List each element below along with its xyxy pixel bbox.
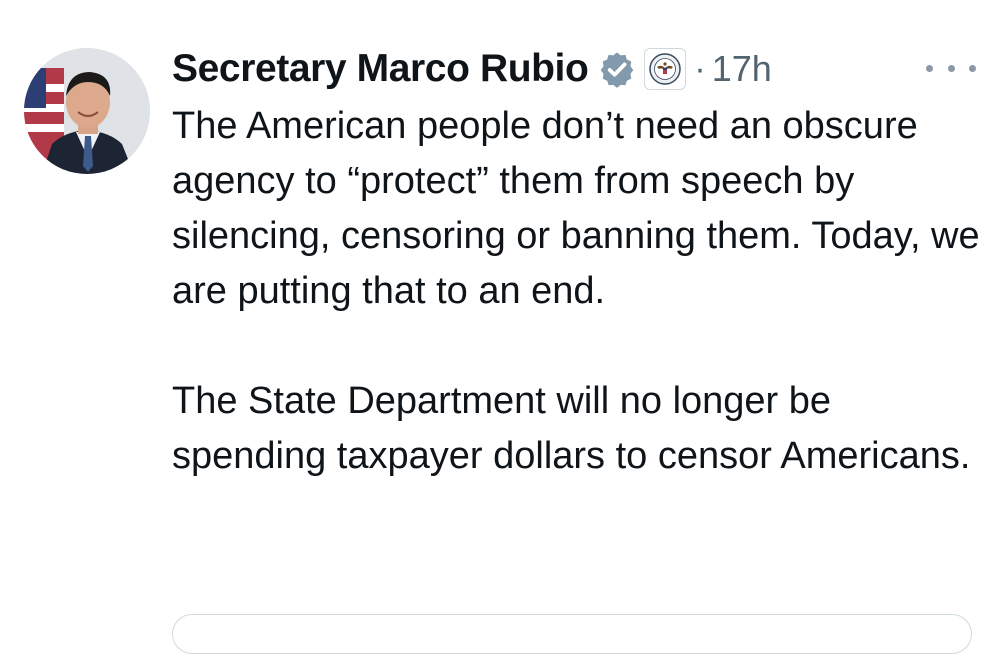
post-header: Secretary Marco Rubio · 17h	[172, 44, 772, 94]
state-department-seal-icon[interactable]	[644, 48, 687, 90]
more-dot	[926, 64, 933, 72]
verified-badge-icon[interactable]	[598, 50, 636, 88]
author-avatar[interactable]	[24, 48, 150, 174]
more-dot	[947, 64, 955, 72]
post-text: The American people don’t need an obscur…	[172, 99, 982, 484]
more-dot	[969, 64, 976, 72]
post-timestamp[interactable]: 17h	[712, 48, 772, 90]
embedded-card[interactable]	[172, 614, 972, 654]
avatar-image	[24, 48, 150, 174]
tweet: Secretary Marco Rubio · 17h The American…	[0, 0, 1000, 654]
more-options-icon[interactable]	[926, 58, 976, 78]
timestamp-separator: ·	[694, 49, 706, 88]
post-paragraph: The State Department will no longer be s…	[172, 380, 971, 477]
author-name[interactable]: Secretary Marco Rubio	[172, 47, 589, 91]
post-paragraph: The American people don’t need an obscur…	[172, 105, 980, 312]
